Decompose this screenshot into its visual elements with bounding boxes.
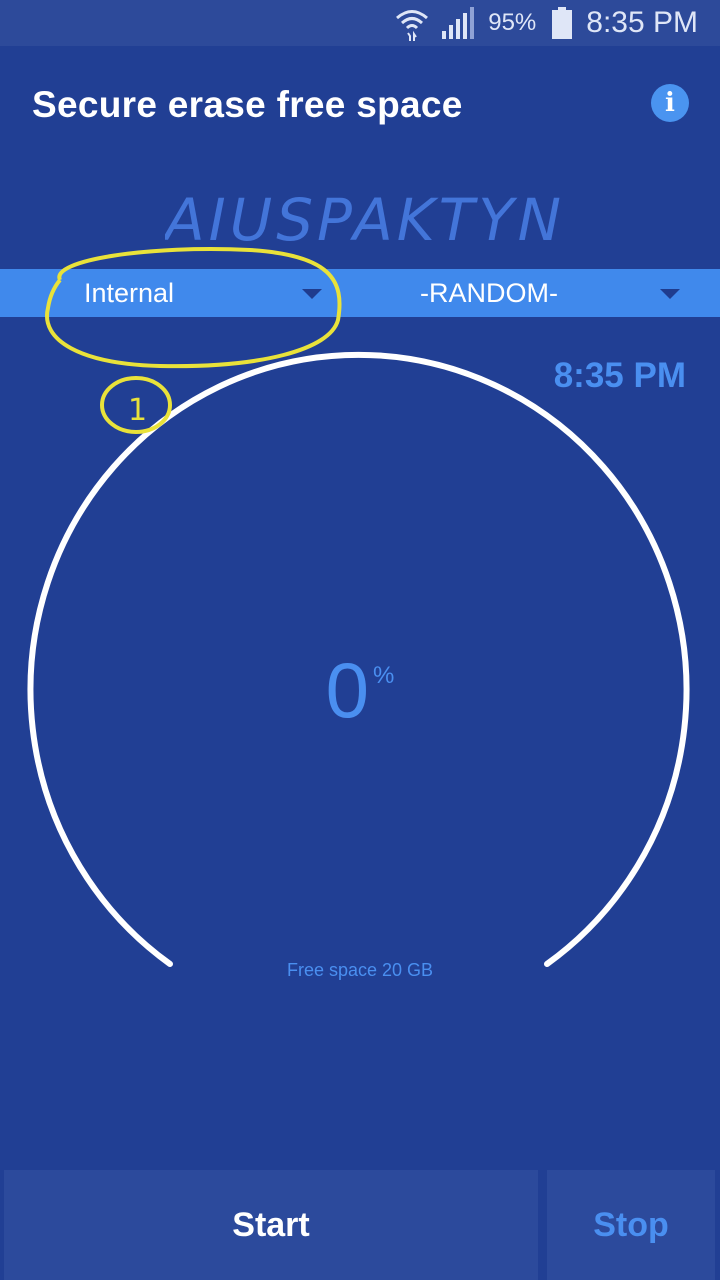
stop-button[interactable]: Stop xyxy=(547,1170,715,1280)
start-button[interactable]: Start xyxy=(4,1170,538,1280)
progress-readout: 0 % xyxy=(300,648,420,738)
progress-unit: % xyxy=(373,662,395,689)
progress-value: 0 xyxy=(325,646,370,734)
progress-gauge xyxy=(27,351,690,967)
free-space-label: Free space 20 GB xyxy=(286,960,434,980)
app-screen: 95% 8:35 PM Secure erase free space i AI… xyxy=(0,0,720,1280)
